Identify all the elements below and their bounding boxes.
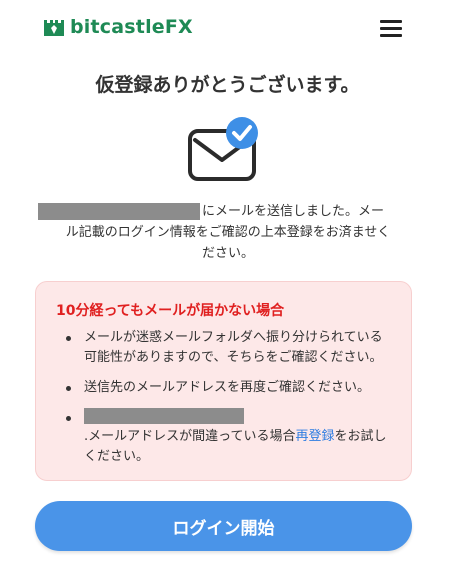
logo-text: bitcastleFX [70,16,193,38]
notice-item-spam-folder: メールが迷惑メールフォルダへ振り分けられている可能性がありますので、そちらをご確… [54,328,393,368]
header: bitcastleFX [0,0,455,56]
redacted-email-address [84,408,244,424]
email-not-received-notice: 10分経ってもメールが届かない場合 メールが迷惑メールフォルダへ振り分けられてい… [35,281,412,481]
envelope-check-icon [187,116,263,182]
notice-title: 10分経ってもメールが届かない場合 [56,303,285,319]
page-title: 仮登録ありがとうございます。 [95,74,360,96]
login-start-button[interactable]: ログイン開始 [35,501,412,551]
bitcastle-logo[interactable]: bitcastleFX [42,14,193,40]
notice-item-reregister: .メールアドレスが間違っている場合再登録をお試しください。 [54,408,393,467]
message-line2: ル記載のログイン情報をご確認の上本登録をお済ませく [65,225,391,240]
hamburger-menu-icon[interactable] [380,20,402,38]
redacted-email [38,203,200,220]
sent-message: にメールを送信しました。メー ル記載のログイン情報をご確認の上本登録をお済ませく… [38,201,418,264]
reregister-link[interactable]: 再登録 [295,429,334,444]
message-line1: にメールを送信しました。メー [202,204,385,219]
castle-logo-icon [44,20,64,36]
notice-item3-text: .メールアドレスが間違っている場合 [84,429,296,444]
logo-fx-text: FX [164,16,193,38]
message-line3: ださい。 [201,246,254,261]
notice-item-check-address: 送信先のメールアドレスを再度ご確認ください。 [54,378,393,398]
notice-list: メールが迷惑メールフォルダへ振り分けられている可能性がありますので、そちらをご確… [54,328,393,467]
